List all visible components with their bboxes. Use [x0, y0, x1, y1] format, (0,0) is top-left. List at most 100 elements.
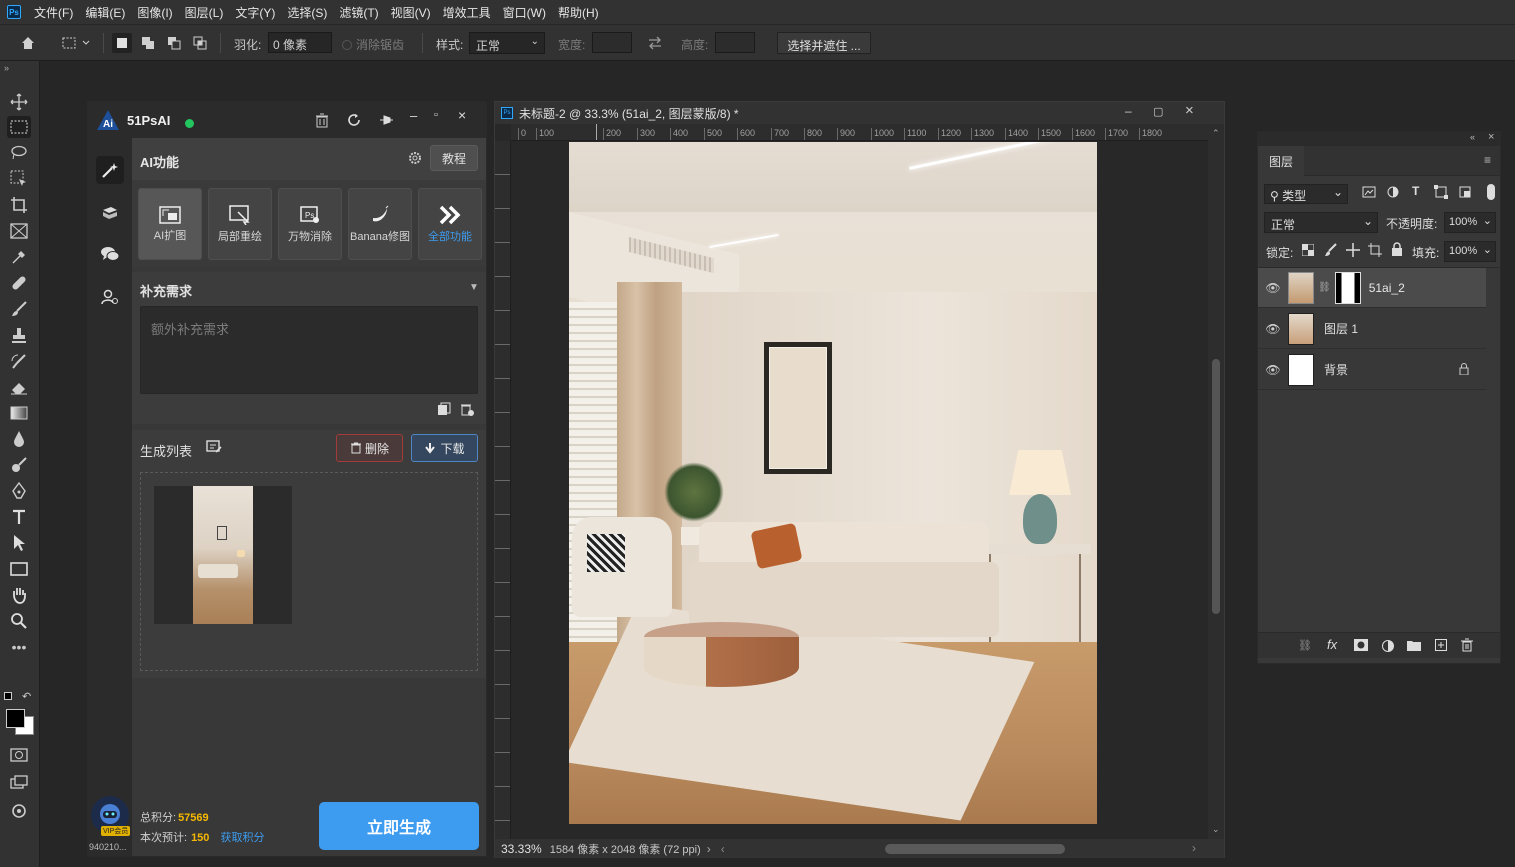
crop-tool-icon[interactable] [7, 194, 31, 216]
feature-all-functions[interactable]: 全部功能 [418, 188, 482, 260]
delete-button[interactable]: 删除 [336, 434, 403, 462]
opacity-input[interactable]: 100% ⌄ [1444, 212, 1496, 233]
collapse-triangle-icon[interactable]: ▼ [469, 282, 479, 293]
layer-row-background[interactable]: 👁︎ 背景 [1258, 350, 1486, 390]
rectangle-tool-icon[interactable] [7, 558, 31, 580]
object-select-tool-icon[interactable] [7, 168, 31, 190]
vertical-scroll-thumb[interactable] [1212, 359, 1220, 614]
gradient-tool-icon[interactable] [7, 402, 31, 424]
menu-type[interactable]: 文字(Y) [235, 4, 275, 21]
refresh-icon[interactable] [346, 112, 362, 131]
pin-icon[interactable] [378, 112, 394, 131]
layer-row-layer-1[interactable]: 👁︎ 图层 1 [1258, 309, 1486, 349]
menu-layer[interactable]: 图层(L) [185, 4, 224, 21]
type-tool-icon[interactable] [7, 506, 31, 528]
stamp-tool-icon[interactable] [7, 324, 31, 346]
clear-text-icon[interactable] [460, 402, 474, 419]
blur-tool-icon[interactable] [7, 428, 31, 450]
layer-row-51ai-2[interactable]: 👁︎ ⛓︎ 51ai_2 [1258, 268, 1486, 308]
select-and-mask-button[interactable]: 选择并遮住 ... [777, 32, 871, 54]
swap-icon[interactable] [645, 33, 665, 53]
info-menu-icon[interactable]: › [707, 842, 711, 856]
frame-tool-icon[interactable] [7, 220, 31, 242]
doc-close-icon[interactable]: × [1185, 102, 1194, 119]
healing-brush-tool-icon[interactable] [7, 272, 31, 294]
feature-erase-all[interactable]: Ps 万物消除 [278, 188, 342, 260]
collapse-icon[interactable]: » [4, 63, 9, 73]
tutorial-button[interactable]: 教程 [430, 145, 478, 171]
subtract-selection-icon[interactable] [164, 33, 184, 53]
visibility-eye-icon[interactable]: 👁︎ [1258, 363, 1288, 377]
minimize-icon[interactable]: – [410, 108, 417, 123]
zoom-level[interactable]: 33.33% [501, 842, 542, 856]
feature-ai-expand[interactable]: AI扩图 [138, 188, 202, 260]
document-tab[interactable]: Ps 未标题-2 @ 33.3% (51ai_2, 图层蒙版/8) * – ▢ … [495, 102, 1224, 124]
hand-tool-icon[interactable] [7, 584, 31, 606]
menu-image[interactable]: 图像(I) [137, 4, 172, 21]
tab-layers[interactable]: 图层 [1258, 146, 1304, 176]
doc-restore-icon[interactable]: ▢ [1153, 105, 1163, 118]
lock-all-icon[interactable] [1391, 242, 1403, 259]
feature-banana-retouch[interactable]: Banana修图 [348, 188, 412, 260]
antialias-checkbox[interactable]: 消除锯齿 [342, 36, 404, 53]
collapse-panel-icon[interactable]: « [1470, 132, 1475, 142]
brush-tool-icon[interactable] [7, 298, 31, 320]
lock-transparent-icon[interactable] [1301, 243, 1315, 259]
canvas-area[interactable] [512, 142, 1209, 840]
width-input[interactable] [592, 32, 632, 53]
style-select[interactable]: 正常 ⌄ [469, 32, 545, 54]
pen-tool-icon[interactable] [7, 480, 31, 502]
lock-artboard-icon[interactable] [1368, 243, 1382, 260]
scroll-up-icon[interactable]: ⌃ [1212, 128, 1220, 139]
menu-file[interactable]: 文件(F) [34, 4, 73, 21]
chat-icon[interactable] [96, 240, 124, 268]
result-thumbnail[interactable] [154, 486, 292, 624]
vertical-scrollbar[interactable]: ⌃ ⌄ [1208, 124, 1224, 840]
zoom-tool-icon[interactable] [7, 610, 31, 632]
foreground-color-swatch[interactable] [6, 709, 25, 728]
menu-select[interactable]: 选择(S) [287, 4, 327, 21]
delete-layer-icon[interactable] [1461, 638, 1473, 655]
user-settings-icon[interactable] [96, 283, 124, 311]
mask-link-icon[interactable]: ⛓︎ [1318, 282, 1331, 293]
move-tool-icon[interactable] [7, 91, 31, 113]
menu-filter[interactable]: 滤镜(T) [339, 4, 378, 21]
download-button[interactable]: 下载 [411, 434, 478, 462]
generate-now-button[interactable]: 立即生成 [319, 802, 479, 850]
history-brush-tool-icon[interactable] [7, 350, 31, 372]
filter-smart-object-icon[interactable] [1458, 185, 1472, 202]
close-panel-icon[interactable]: × [1488, 131, 1494, 143]
plugin-icon[interactable] [7, 800, 31, 822]
scroll-left-icon[interactable]: ‹ [721, 842, 725, 856]
doc-minimize-icon[interactable]: – [1125, 104, 1132, 118]
add-selection-icon[interactable] [138, 33, 158, 53]
layers-stack-icon[interactable] [96, 199, 124, 227]
clear-cache-icon[interactable] [314, 112, 330, 131]
eraser-tool-icon[interactable] [7, 376, 31, 398]
menu-view[interactable]: 视图(V) [391, 4, 431, 21]
dodge-tool-icon[interactable] [7, 454, 31, 476]
settings-gear-icon[interactable] [408, 151, 422, 168]
rect-marquee-tool-icon[interactable] [7, 116, 31, 138]
new-selection-icon[interactable] [112, 33, 132, 53]
menu-help[interactable]: 帮助(H) [558, 4, 599, 21]
menu-plugins[interactable]: 增效工具 [443, 4, 491, 21]
quick-mask-icon[interactable] [7, 744, 31, 766]
lasso-tool-icon[interactable] [7, 142, 31, 164]
intersect-selection-icon[interactable] [190, 33, 210, 53]
fill-input[interactable]: 100% ⌄ [1444, 241, 1496, 262]
link-layers-icon[interactable]: ⛓︎ [1298, 639, 1312, 652]
edit-list-icon[interactable] [206, 440, 222, 457]
panel-menu-icon[interactable]: ≡ [1484, 153, 1491, 167]
filter-pixel-icon[interactable] [1362, 185, 1376, 202]
maximize-icon[interactable]: ▫ [434, 109, 438, 121]
scroll-down-icon[interactable]: ⌄ [1212, 824, 1220, 835]
swap-colors-icon[interactable]: ↶ [22, 690, 31, 703]
copy-icon[interactable] [437, 402, 451, 419]
scroll-right-icon[interactable]: › [1192, 841, 1196, 855]
adjustment-layer-icon[interactable] [1381, 639, 1395, 656]
magic-wand-icon[interactable] [96, 156, 124, 184]
marquee-preset-icon[interactable] [58, 33, 94, 53]
visibility-eye-icon[interactable]: 👁︎ [1258, 322, 1288, 336]
feather-input[interactable]: 0 像素 [268, 32, 332, 53]
